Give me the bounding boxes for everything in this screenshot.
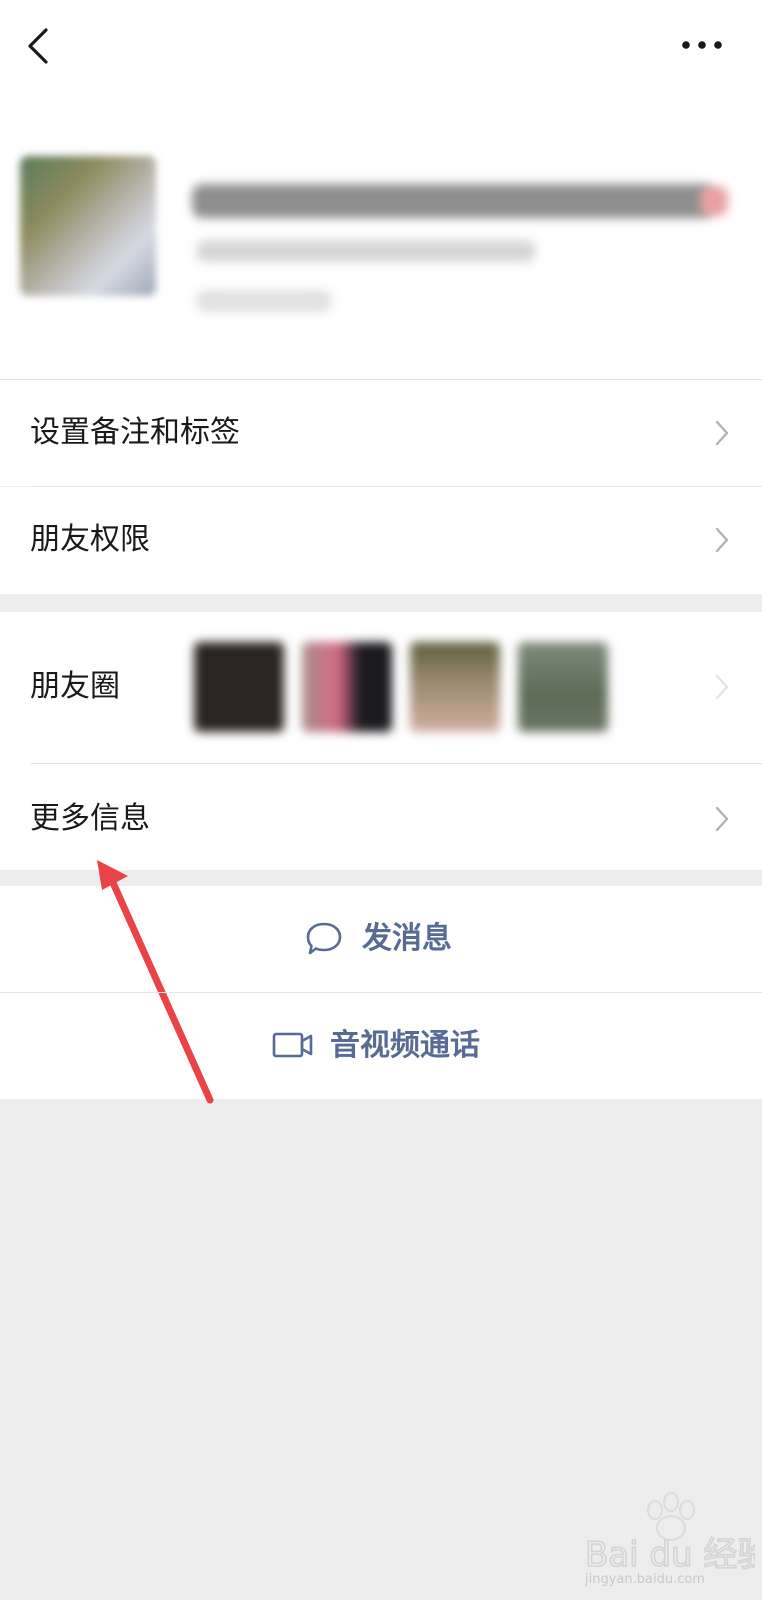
chevron-right-icon — [715, 806, 729, 832]
row-more-info-label: 更多信息 — [30, 801, 150, 836]
chevron-right-icon — [715, 674, 729, 700]
blurred-region — [196, 290, 332, 312]
row-remark-tags[interactable]: 设置备注和标签 — [0, 380, 762, 486]
row-divider — [30, 763, 762, 764]
row-permissions-label: 朋友权限 — [30, 522, 150, 557]
moments-thumbnail — [518, 642, 608, 732]
chevron-right-icon — [715, 420, 729, 446]
action-divider — [0, 992, 762, 993]
send-message-button[interactable]: 发消息 — [0, 886, 762, 992]
video-camera-icon — [272, 1032, 313, 1058]
row-moments-label: 朋友圈 — [30, 669, 120, 704]
moments-thumbnail — [302, 642, 392, 732]
row-friend-permissions[interactable]: 朋友权限 — [0, 487, 762, 594]
row-divider — [30, 486, 762, 487]
watermark-url: jingyan.baidu.com — [585, 1572, 705, 1587]
video-call-label: 音视频通话 — [330, 1028, 480, 1063]
chevron-right-icon — [715, 527, 729, 553]
blurred-wechat-id — [196, 240, 536, 262]
moments-thumbnail — [410, 642, 500, 732]
avatar[interactable] — [20, 156, 156, 296]
blurred-badge — [700, 186, 728, 216]
send-message-label: 发消息 — [362, 921, 452, 956]
row-remark-label: 设置备注和标签 — [30, 415, 240, 450]
video-call-button[interactable]: 音视频通话 — [0, 993, 762, 1099]
back-icon[interactable] — [20, 24, 60, 68]
svg-text:Bai du 经验: Bai du 经验 — [585, 1535, 755, 1575]
row-more-info[interactable]: 更多信息 — [0, 764, 762, 870]
more-dots-icon[interactable] — [680, 30, 724, 60]
moments-thumbnail — [194, 642, 284, 732]
blurred-nickname — [192, 184, 712, 218]
profile-header — [0, 0, 762, 380]
chat-bubble-icon — [306, 922, 342, 955]
